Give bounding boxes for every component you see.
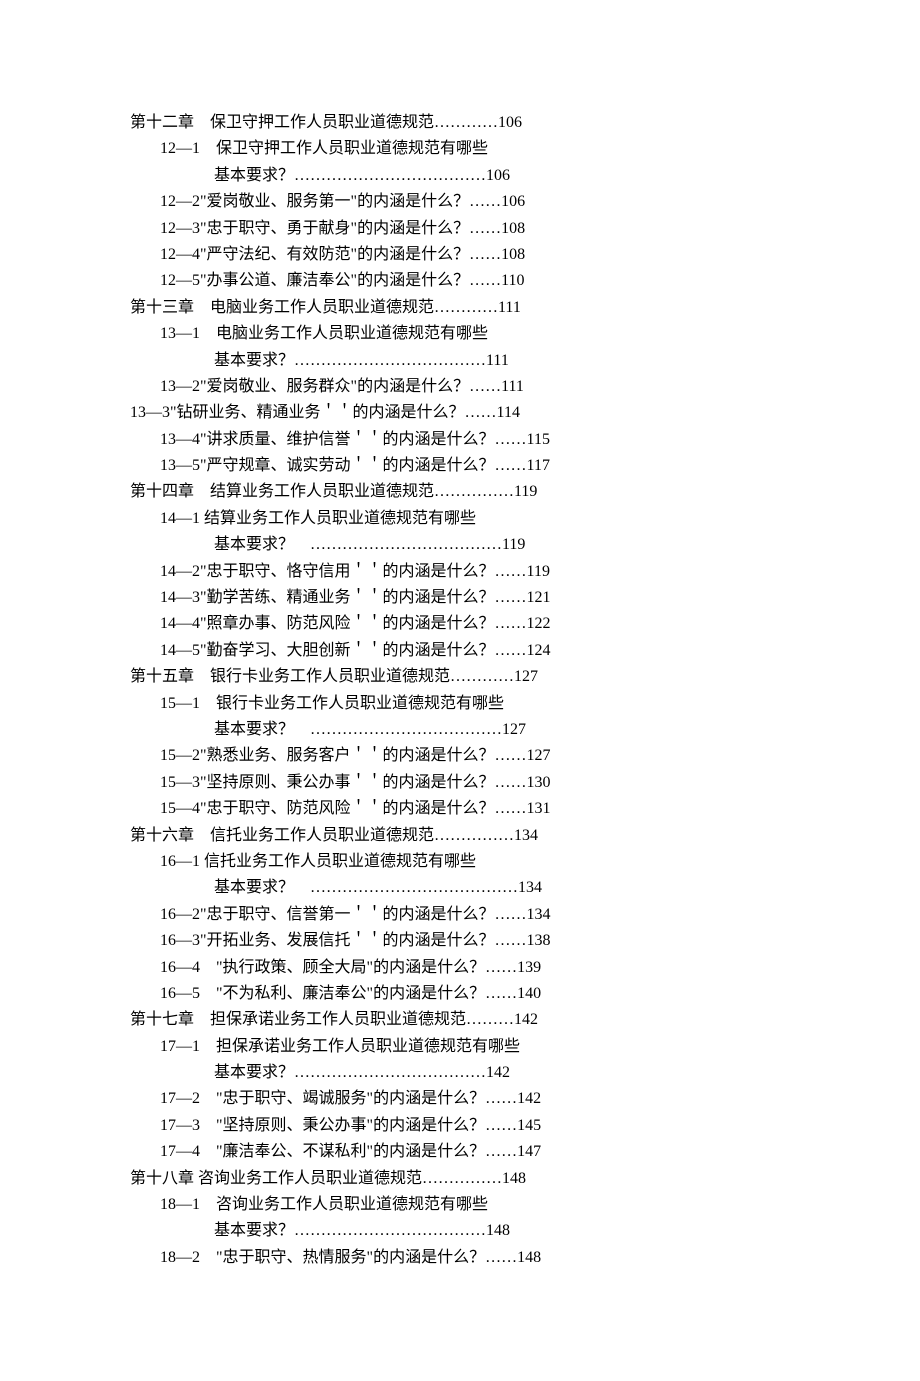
toc-line: 16—1 信托业务工作人员职业道德规范有哪些 (130, 849, 790, 875)
toc-line: 基本要求？ …………………………………134 (130, 875, 790, 901)
toc-line: 13—1 电脑业务工作人员职业道德规范有哪些 (130, 321, 790, 347)
toc-line: 17—2 "忠于职守、竭诚服务"的内涵是什么？……142 (130, 1086, 790, 1112)
toc-line: 12—1 保卫守押工作人员职业道德规范有哪些 (130, 136, 790, 162)
toc-line: 13—2"爱岗敬业、服务群众"的内涵是什么？……111 (130, 374, 790, 400)
toc-line: 基本要求？ ………………………………119 (130, 532, 790, 558)
toc-line: 第十八章 咨询业务工作人员职业道德规范……………148 (130, 1166, 790, 1192)
toc-line: 基本要求？………………………………106 (130, 163, 790, 189)
toc-line: 17—3 "坚持原则、秉公办事"的内涵是什么？……145 (130, 1113, 790, 1139)
toc-line: 17—1 担保承诺业务工作人员职业道德规范有哪些 (130, 1034, 790, 1060)
toc-line: 16—5 "不为私利、廉洁奉公"的内涵是什么？……140 (130, 981, 790, 1007)
toc-line: 第十五章 银行卡业务工作人员职业道德规范…………127 (130, 664, 790, 690)
toc-line: 15—2"熟悉业务、服务客户＇＇的内涵是什么？……127 (130, 743, 790, 769)
toc-line: 基本要求？………………………………111 (130, 348, 790, 374)
toc-line: 13—4"讲求质量、维护信誉＇＇的内涵是什么？……115 (130, 427, 790, 453)
toc-line: 13—3"钻研业务、精通业务＇＇的内涵是什么？……114 (130, 400, 790, 426)
toc-line: 18—2 "忠于职守、热情服务"的内涵是什么？……148 (130, 1245, 790, 1271)
toc-line: 14—4"照章办事、防范风险＇＇的内涵是什么？……122 (130, 611, 790, 637)
toc-line: 16—2"忠于职守、信誉第一＇＇的内涵是什么？……134 (130, 902, 790, 928)
table-of-contents: 第十二章 保卫守押工作人员职业道德规范…………10612—1 保卫守押工作人员职… (130, 110, 790, 1271)
toc-line: 12—3"忠于职守、勇于献身"的内涵是什么？……108 (130, 216, 790, 242)
toc-line: 基本要求？………………………………148 (130, 1218, 790, 1244)
toc-line: 16—3"开拓业务、发展信托＇＇的内涵是什么？……138 (130, 928, 790, 954)
toc-line: 14—5"勤奋学习、大胆创新＇＇的内涵是什么？……124 (130, 638, 790, 664)
toc-line: 18—1 咨询业务工作人员职业道德规范有哪些 (130, 1192, 790, 1218)
toc-line: 17—4 "廉洁奉公、不谋私利"的内涵是什么？……147 (130, 1139, 790, 1165)
toc-line: 14—2"忠于职守、恪守信用＇＇的内涵是什么？……119 (130, 559, 790, 585)
toc-line: 基本要求？ ………………………………127 (130, 717, 790, 743)
toc-line: 第十三章 电脑业务工作人员职业道德规范…………111 (130, 295, 790, 321)
toc-line: 13—5"严守规章、诚实劳动＇＇的内涵是什么？……117 (130, 453, 790, 479)
toc-line: 15—1 银行卡业务工作人员职业道德规范有哪些 (130, 691, 790, 717)
toc-line: 第十二章 保卫守押工作人员职业道德规范…………106 (130, 110, 790, 136)
toc-line: 第十四章 结算业务工作人员职业道德规范……………119 (130, 479, 790, 505)
toc-line: 12—4"严守法纪、有效防范"的内涵是什么？……108 (130, 242, 790, 268)
toc-line: 14—1 结算业务工作人员职业道德规范有哪些 (130, 506, 790, 532)
toc-line: 12—2"爱岗敬业、服务第一"的内涵是什么？……106 (130, 189, 790, 215)
toc-line: 15—3"坚持原则、秉公办事＇＇的内涵是什么？……130 (130, 770, 790, 796)
toc-line: 基本要求？………………………………142 (130, 1060, 790, 1086)
toc-line: 12—5"办事公道、廉洁奉公"的内涵是什么？……110 (130, 268, 790, 294)
toc-line: 15—4"忠于职守、防范风险＇＇的内涵是什么？……131 (130, 796, 790, 822)
toc-line: 第十六章 信托业务工作人员职业道德规范……………134 (130, 823, 790, 849)
toc-line: 16—4 "执行政策、顾全大局"的内涵是什么？……139 (130, 955, 790, 981)
toc-line: 14—3"勤学苦练、精通业务＇＇的内涵是什么？……121 (130, 585, 790, 611)
toc-line: 第十七章 担保承诺业务工作人员职业道德规范………142 (130, 1007, 790, 1033)
